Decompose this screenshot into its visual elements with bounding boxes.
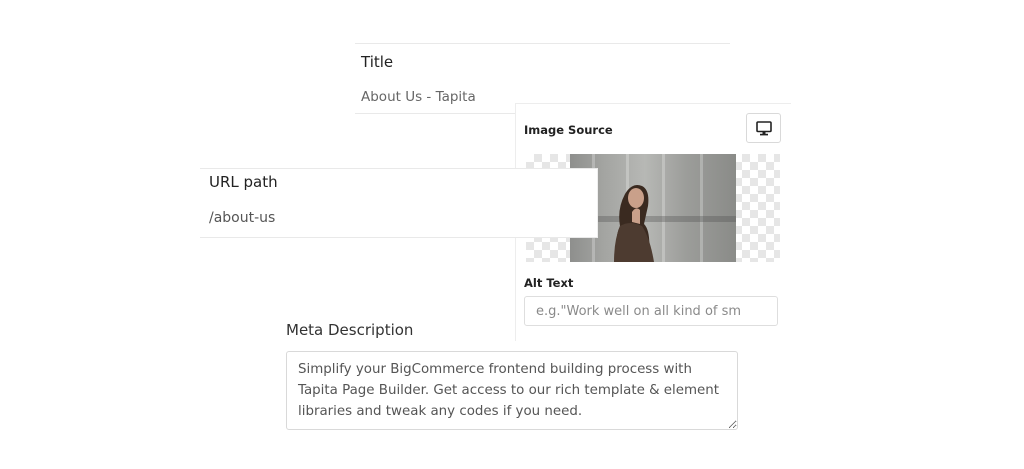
meta-description-label: Meta Description — [286, 321, 414, 339]
image-source-label: Image Source — [524, 123, 613, 137]
title-value[interactable]: About Us - Tapita — [361, 89, 476, 105]
url-path-value[interactable]: /about-us — [209, 210, 275, 226]
alt-text-label: Alt Text — [524, 276, 574, 290]
meta-description-textarea[interactable]: Simplify your BigCommerce frontend build… — [286, 351, 738, 430]
desktop-icon — [755, 120, 772, 135]
url-path-card: URL path /about-us — [200, 168, 598, 238]
alt-text-input[interactable] — [524, 296, 778, 326]
title-label: Title — [361, 53, 394, 71]
device-toggle-button[interactable] — [746, 113, 781, 143]
url-path-label: URL path — [209, 173, 278, 191]
